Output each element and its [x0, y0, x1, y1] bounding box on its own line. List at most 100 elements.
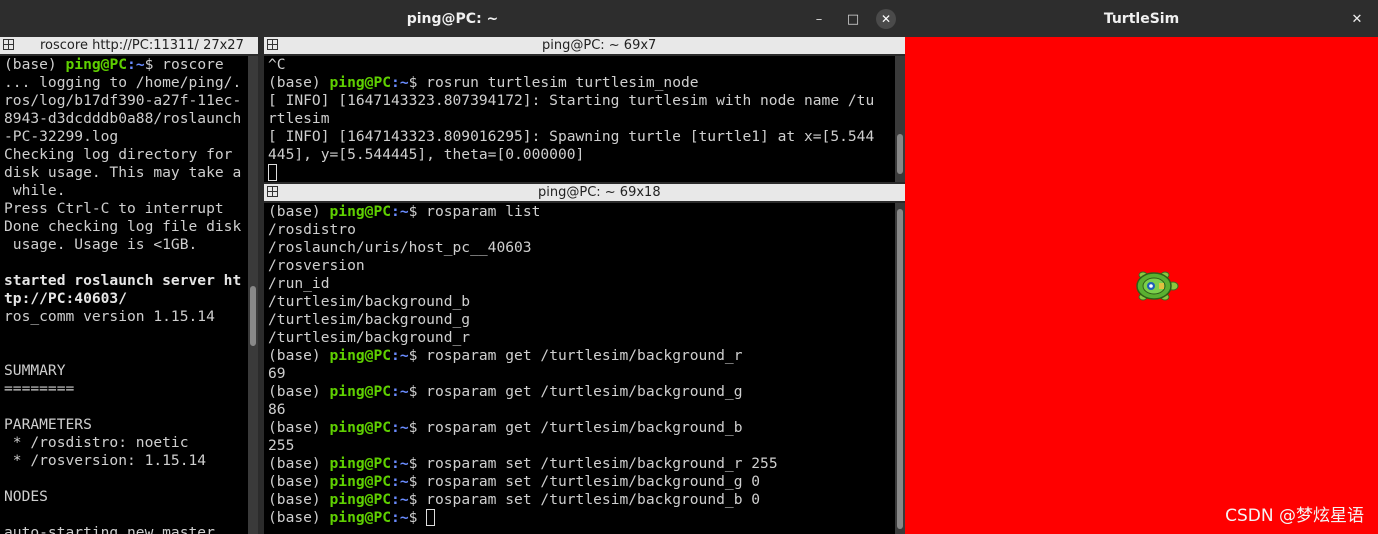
roscore-scroll-thumb[interactable] [250, 286, 256, 346]
maximize-icon[interactable]: □ [843, 9, 863, 29]
terminal-line: (base) ping@PC:~$ rosparam set /turtlesi… [268, 491, 905, 509]
rosparam-scrollbar[interactable] [895, 203, 905, 534]
close-icon[interactable]: ✕ [1347, 9, 1367, 29]
split-grid-icon[interactable] [3, 39, 14, 50]
output-text: ... logging to /home/ping/. [4, 74, 242, 91]
output-text: Checking log directory for [4, 146, 233, 163]
terminal-line: /rosdistro [268, 221, 905, 239]
terminal-line: * /rosdistro: noetic [4, 434, 258, 452]
terminal-titlebar[interactable]: ping@PC: ~ [0, 0, 905, 37]
rosparam-scroll-thumb[interactable] [897, 209, 903, 529]
terminal-line: (base) ping@PC:~$ roscore [4, 56, 258, 74]
command-text: $ rosrun turtlesim turtlesim_node [408, 74, 699, 91]
turtlesim-scrollbar[interactable] [895, 56, 905, 182]
output-text-bold: tp://PC:40603/ [4, 290, 128, 307]
turtlesim-terminal[interactable]: ^C (base) ping@PC:~$ rosrun turtlesim tur… [264, 56, 905, 182]
split-grid-icon[interactable] [267, 39, 278, 50]
terminal-line [4, 398, 258, 416]
output-text: Done checking log file disk [4, 218, 242, 235]
close-icon[interactable]: ✕ [876, 9, 896, 29]
prompt-user: ping@PC [329, 347, 392, 364]
text-cursor [426, 509, 436, 526]
prompt-env: (base) [268, 509, 330, 526]
prompt-env: (base) [4, 56, 66, 73]
prompt-env: (base) [268, 491, 330, 508]
roscore-terminal[interactable]: (base) ping@PC:~$ roscore... logging to … [0, 56, 258, 534]
prompt-user: ping@PC [329, 509, 392, 526]
minimize-icon[interactable]: – [809, 9, 829, 29]
rosparam-pane-title: ping@PC: ~ 69x18 [538, 185, 661, 200]
terminal-window-title: ping@PC: ~ [406, 10, 499, 27]
prompt-path: :~ [391, 419, 409, 436]
output-text: 69 [268, 365, 286, 382]
output-text: auto-starting new master [4, 524, 215, 534]
output-text: ^C [268, 56, 286, 73]
turtlesim-titlebar[interactable]: TurtleSim [905, 0, 1378, 37]
text-cursor [268, 164, 277, 181]
command-text: $ rosparam get /turtlesim/background_g [408, 383, 743, 400]
terminal-line: (base) ping@PC:~$ rosparam list [268, 203, 905, 221]
terminal-line: ros/log/b17df390-a27f-11ec- [4, 92, 258, 110]
terminal-line: disk usage. This may take a [4, 164, 258, 182]
turtlesim-window-title: TurtleSim [1103, 10, 1180, 27]
terminal-line: (base) ping@PC:~$ rosparam set /turtlesi… [268, 455, 905, 473]
rosparam-pane-header[interactable]: ping@PC: ~ 69x18 [264, 184, 905, 201]
turtle-icon [1136, 271, 1179, 301]
roscore-scrollbar[interactable] [248, 56, 258, 534]
terminal-line: (base) ping@PC:~$ rosparam get /turtlesi… [268, 347, 905, 365]
terminal-line: /run_id [268, 275, 905, 293]
turtlesim-pane-header[interactable]: ping@PC: ~ 69x7 [264, 37, 905, 54]
prompt-user: ping@PC [329, 491, 392, 508]
output-text: /turtlesim/background_g [268, 311, 471, 328]
terminal-line: ros_comm version 1.15.14 [4, 308, 258, 326]
terminal-line: auto-starting new master [4, 524, 258, 534]
terminal-line: /roslaunch/uris/host_pc__40603 [268, 239, 905, 257]
output-text: NODES [4, 488, 48, 505]
terminal-line: ======== [4, 380, 258, 398]
terminal-line: ^C [268, 56, 905, 74]
output-text: 255 [268, 437, 295, 454]
prompt-path: :~ [391, 491, 409, 508]
prompt-env: (base) [268, 347, 330, 364]
roscore-pane-header[interactable]: roscore http://PC:11311/ 27x27 [0, 37, 258, 54]
terminal-line [4, 344, 258, 362]
roscore-output: (base) ping@PC:~$ roscore... logging to … [4, 56, 258, 534]
terminal-line: NODES [4, 488, 258, 506]
turtlesim-scroll-thumb[interactable] [897, 134, 903, 174]
turtlesim-output: ^C (base) ping@PC:~$ rosrun turtlesim tur… [268, 56, 905, 182]
prompt-user: ping@PC [329, 419, 392, 436]
split-grid-icon[interactable] [267, 186, 278, 197]
output-text: ros/log/b17df390-a27f-11ec- [4, 92, 242, 109]
command-text: $ rosparam get /turtlesim/background_r [408, 347, 743, 364]
output-text: [ INFO] [1647143323.807394172]: Starting… [268, 92, 875, 109]
output-text: rtlesim [268, 110, 330, 127]
turtlesim-canvas[interactable]: CSDN @梦炫星语 [905, 37, 1378, 534]
terminal-line: started roslaunch server ht [4, 272, 258, 290]
terminal-line: PARAMETERS [4, 416, 258, 434]
prompt-env: (base) [268, 74, 330, 91]
output-text: /turtlesim/background_b [268, 293, 471, 310]
rosparam-terminal[interactable]: (base) ping@PC:~$ rosparam list/rosdistr… [264, 203, 905, 534]
prompt-user: ping@PC [329, 383, 392, 400]
terminal-line: /turtlesim/background_g [268, 311, 905, 329]
output-text: [ INFO] [1647143323.809016295]: Spawning… [268, 128, 875, 145]
output-text: 86 [268, 401, 286, 418]
prompt-path: :~ [391, 383, 409, 400]
terminal-line: rtlesim [268, 110, 905, 128]
output-text: /rosdistro [268, 221, 356, 238]
terminal-line: 8943-d3dcdddb0a88/roslaunch [4, 110, 258, 128]
terminal-line [4, 506, 258, 524]
terminal-line: (base) ping@PC:~$ rosrun turtlesim turtl… [268, 74, 905, 92]
output-text: /run_id [268, 275, 330, 292]
output-text: 445], y=[5.544445], theta=[0.000000] [268, 146, 585, 163]
prompt-user: ping@PC [329, 455, 392, 472]
output-text: while. [4, 182, 66, 199]
output-text: -PC-32299.log [4, 128, 119, 145]
command-text: $ rosparam set /turtlesim/background_g 0 [408, 473, 761, 490]
prompt-path: :~ [391, 473, 409, 490]
